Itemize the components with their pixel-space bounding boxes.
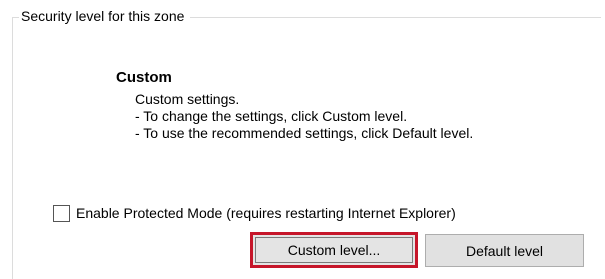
security-level-line: Custom settings.	[135, 91, 240, 107]
default-level-button[interactable]: Default level	[425, 234, 584, 267]
security-level-line: - To change the settings, click Custom l…	[135, 108, 408, 124]
protected-mode-label[interactable]: Enable Protected Mode (requires restarti…	[76, 204, 456, 222]
custom-level-button-label: Custom level...	[255, 237, 413, 263]
security-level-legend: Security level for this zone	[19, 6, 191, 26]
security-level-line: - To use the recommended settings, click…	[135, 125, 474, 141]
custom-level-button[interactable]: Custom level...	[250, 232, 418, 268]
security-level-description: Custom Custom settings. - To change the …	[116, 69, 473, 142]
protected-mode-checkbox[interactable]	[53, 204, 70, 222]
security-level-title: Custom	[116, 69, 172, 86]
protected-mode-checkbox-row[interactable]: Enable Protected Mode (requires restarti…	[53, 204, 456, 222]
